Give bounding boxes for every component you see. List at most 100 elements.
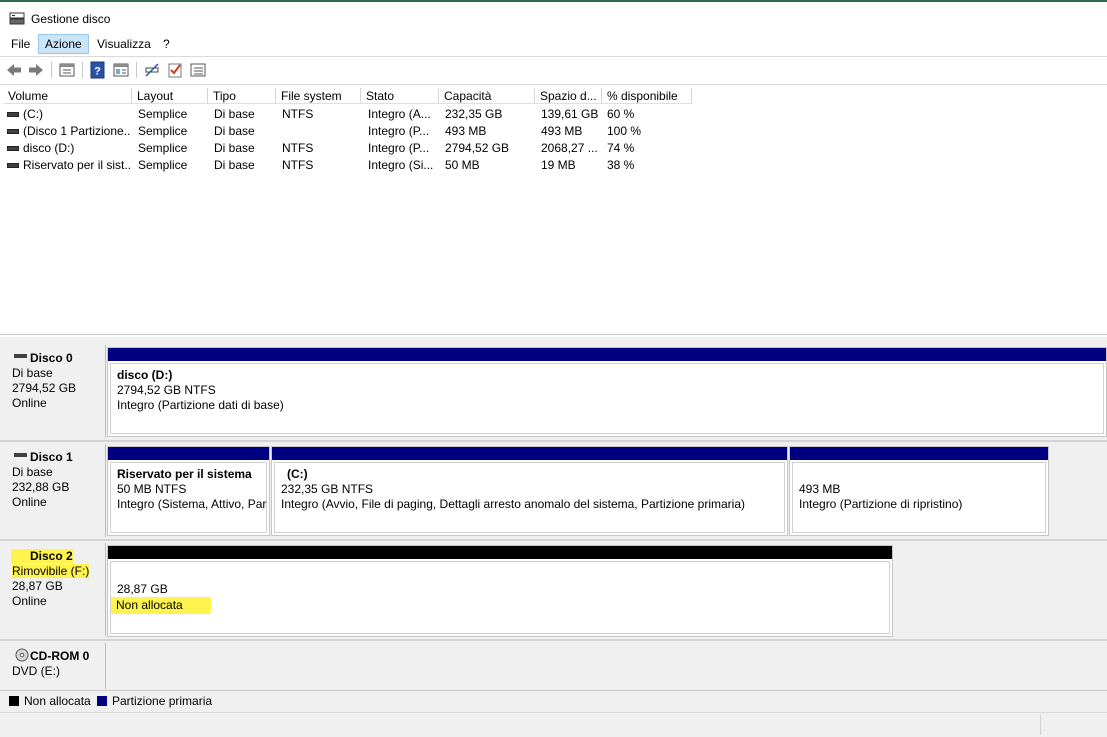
primary-partition-bar bbox=[272, 447, 787, 460]
disk-type: Di base bbox=[12, 366, 53, 380]
menu-file[interactable]: File bbox=[5, 35, 36, 53]
forward-arrow-icon[interactable] bbox=[27, 61, 45, 79]
column-file-system[interactable]: File system bbox=[276, 88, 361, 104]
row-divider bbox=[0, 639, 1107, 641]
row-divider bbox=[0, 539, 1107, 541]
menu-bar: File Azione Visualizza ? bbox=[0, 32, 1107, 55]
disk-management-icon bbox=[9, 12, 25, 25]
status-bar bbox=[0, 712, 1107, 737]
toolbar-separator bbox=[51, 62, 52, 78]
toolbar: ? bbox=[0, 56, 1107, 85]
disk-size: 28,87 GB bbox=[12, 579, 63, 593]
disk-status: Online bbox=[12, 594, 47, 608]
cdrom-icon bbox=[15, 648, 29, 662]
partition-status: Integro (Partizione dati di base) bbox=[117, 398, 284, 412]
connect-icon[interactable] bbox=[143, 61, 161, 79]
disk-type: DVD (E:) bbox=[12, 664, 60, 678]
menu-visualizza[interactable]: Visualizza bbox=[91, 35, 157, 53]
volume-icon bbox=[7, 146, 19, 151]
cell-stato: Integro (P... bbox=[368, 141, 430, 155]
view-pane-icon[interactable] bbox=[112, 61, 130, 79]
cell-spazio: 19 MB bbox=[541, 158, 576, 172]
partition-body: 28,87 GB Non allocata bbox=[110, 561, 890, 634]
disk-type: Rimovibile (F:) bbox=[12, 564, 90, 578]
cell-volume: (C:) bbox=[23, 107, 43, 121]
cell-stato: Integro (A... bbox=[368, 107, 431, 121]
table-row[interactable]: (C:) Semplice Di base NTFS Integro (A...… bbox=[3, 106, 703, 123]
disk-status: Online bbox=[12, 396, 47, 410]
cell-percent: 38 % bbox=[607, 158, 635, 172]
column-volume[interactable]: Volume bbox=[3, 88, 132, 104]
cell-layout: Semplice bbox=[138, 124, 188, 138]
disk-icon bbox=[14, 453, 27, 457]
partition-title: Riservato per il sistema bbox=[117, 467, 252, 481]
column-tipo[interactable]: Tipo bbox=[208, 88, 276, 104]
cdrom-0-label[interactable]: CD-ROM 0 DVD (E:) bbox=[5, 643, 106, 689]
partition-c[interactable]: (C:) 232,35 GB NTFS Integro (Avvio, File… bbox=[271, 446, 788, 536]
cell-percent: 100 % bbox=[607, 124, 642, 138]
window-title: Gestione disco bbox=[31, 12, 111, 26]
partition-recovery[interactable]: 493 MB Integro (Partizione di ripristino… bbox=[789, 446, 1049, 536]
column-stato[interactable]: Stato bbox=[361, 88, 439, 104]
column-layout[interactable]: Layout bbox=[132, 88, 208, 104]
toolbar-separator bbox=[136, 62, 137, 78]
table-row[interactable]: (Disco 1 Partizione... Semplice Di base … bbox=[3, 123, 703, 140]
cell-volume: disco (D:) bbox=[23, 141, 75, 155]
partition-status: Non allocata bbox=[111, 597, 211, 614]
help-icon[interactable]: ? bbox=[89, 61, 107, 79]
cell-file-system bbox=[282, 123, 362, 140]
cell-tipo: Di base bbox=[214, 141, 255, 155]
legend-swatch-unallocated bbox=[9, 696, 19, 706]
partition-size: 50 MB NTFS bbox=[117, 482, 187, 496]
legend-label: Partizione primaria bbox=[112, 694, 213, 708]
legend-label: Non allocata bbox=[24, 694, 91, 708]
partition-unallocated[interactable]: 28,87 GB Non allocata bbox=[107, 545, 893, 637]
title-bar: Gestione disco bbox=[0, 0, 1107, 32]
disk-status: Online bbox=[12, 495, 47, 509]
column-capacita[interactable]: Capacità bbox=[439, 88, 535, 104]
partition-status: Integro (Partizione di ripristino) bbox=[799, 497, 963, 511]
partition-body: Riservato per il sistema 50 MB NTFS Inte… bbox=[110, 462, 267, 533]
list-view-icon[interactable] bbox=[189, 61, 207, 79]
cell-stato: Integro (P... bbox=[368, 124, 430, 138]
partition-title: (C:) bbox=[287, 467, 308, 481]
disk-name: Disco 0 bbox=[30, 351, 73, 365]
partition-status: Integro (Avvio, File di paging, Dettagli… bbox=[281, 497, 745, 511]
menu-azione[interactable]: Azione bbox=[38, 34, 89, 54]
toolbar-separator bbox=[82, 62, 83, 78]
partition-title: disco (D:) bbox=[117, 368, 173, 382]
disk-0-label[interactable]: Disco 0 Di base 2794,52 GB Online bbox=[5, 345, 106, 438]
cell-file-system: NTFS bbox=[282, 107, 314, 121]
partition-status: Integro (Sistema, Attivo, Par bbox=[117, 497, 267, 511]
row-divider bbox=[0, 440, 1107, 442]
disk-1-label[interactable]: Disco 1 Di base 232,88 GB Online bbox=[5, 444, 106, 537]
cell-percent: 60 % bbox=[607, 107, 635, 121]
cell-percent: 74 % bbox=[607, 141, 635, 155]
partition-riservato[interactable]: Riservato per il sistema 50 MB NTFS Inte… bbox=[107, 446, 270, 536]
svg-text:?: ? bbox=[94, 66, 101, 78]
legend: Non allocata Partizione primaria bbox=[0, 690, 1107, 711]
disk-type: Di base bbox=[12, 465, 53, 479]
column-spazio-disponibile[interactable]: Spazio d... bbox=[535, 88, 602, 104]
cell-spazio: 2068,27 ... bbox=[541, 141, 598, 155]
properties-list-icon[interactable] bbox=[58, 61, 76, 79]
check-icon[interactable] bbox=[166, 61, 184, 79]
cell-capacita: 50 MB bbox=[445, 158, 480, 172]
column-percent-disponibile[interactable]: % disponibile bbox=[602, 88, 692, 104]
partition-disco-d[interactable]: disco (D:) 2794,52 GB NTFS Integro (Part… bbox=[107, 347, 1107, 437]
back-arrow-icon[interactable] bbox=[5, 61, 23, 79]
cell-layout: Semplice bbox=[138, 141, 188, 155]
cell-layout: Semplice bbox=[138, 107, 188, 121]
disk-2-label[interactable]: Disco 2 Rimovibile (F:) 28,87 GB Online bbox=[5, 543, 106, 636]
disk-map: Disco 0 Di base 2794,52 GB Online disco … bbox=[0, 337, 1107, 714]
table-row[interactable]: disco (D:) Semplice Di base NTFS Integro… bbox=[3, 140, 703, 157]
disk-name: Disco 1 bbox=[30, 450, 73, 464]
disk-size: 232,88 GB bbox=[12, 480, 70, 494]
table-row[interactable]: Riservato per il sist... Semplice Di bas… bbox=[3, 157, 703, 174]
cell-capacita: 2794,52 GB bbox=[445, 141, 510, 155]
partition-size: 28,87 GB bbox=[117, 582, 168, 596]
primary-partition-bar bbox=[790, 447, 1048, 460]
disk-size: 2794,52 GB bbox=[12, 381, 77, 395]
menu-help[interactable]: ? bbox=[157, 35, 176, 53]
partition-size: 2794,52 GB NTFS bbox=[117, 383, 216, 397]
